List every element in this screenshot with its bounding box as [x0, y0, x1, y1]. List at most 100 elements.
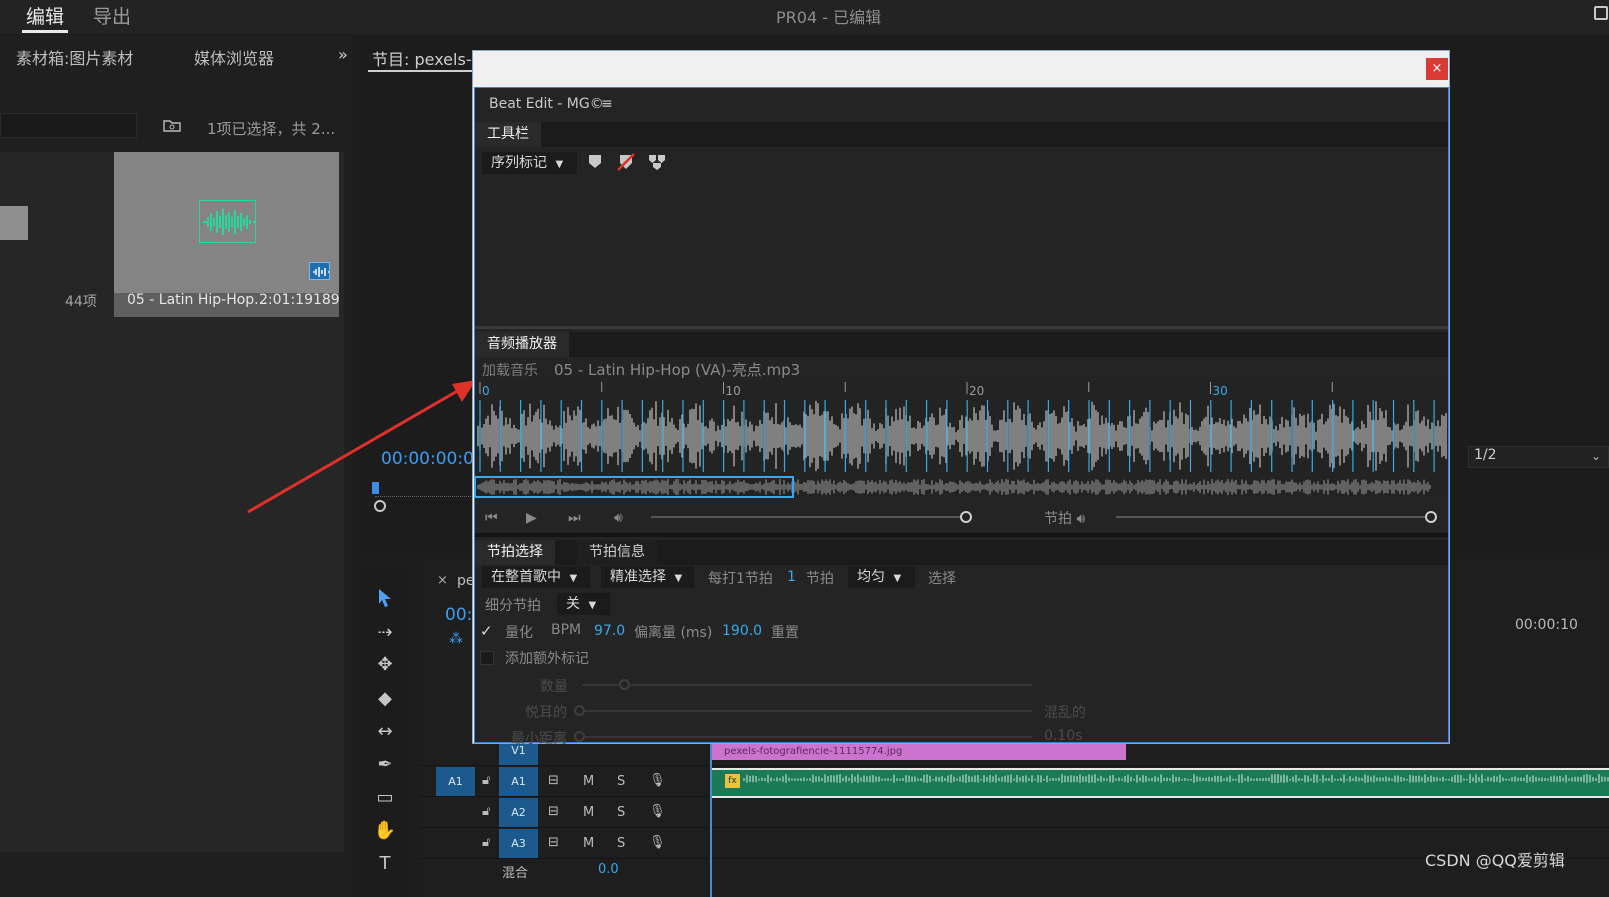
- tab-edit[interactable]: 编辑: [26, 2, 64, 29]
- volume-slider-handle[interactable]: [960, 511, 972, 523]
- tab-audio-player[interactable]: 音频播放器: [475, 332, 569, 357]
- pen-tool-icon[interactable]: ✒: [372, 752, 398, 778]
- waveform-icon: [199, 200, 256, 243]
- selection-info: 1项已选择，共 2...: [207, 120, 336, 138]
- pleasant-chaotic-slider[interactable]: [580, 710, 1032, 712]
- lock-icon[interactable]: 🔓︎: [482, 804, 490, 819]
- track-label[interactable]: A3: [499, 829, 538, 858]
- min-distance-slider[interactable]: [580, 736, 1032, 738]
- panel-menu-icon[interactable]: ≡: [601, 96, 613, 112]
- track-label[interactable]: A1: [499, 767, 538, 796]
- volume-icon: 🔊︎: [1076, 511, 1086, 527]
- search-input[interactable]: [0, 113, 137, 138]
- type-tool-icon[interactable]: T: [372, 851, 398, 877]
- thumbnail-duration: 2:01:19189: [259, 292, 340, 308]
- timeline-playhead[interactable]: [710, 742, 712, 897]
- overview-selection[interactable]: [474, 476, 794, 498]
- solo-button[interactable]: S: [617, 836, 625, 851]
- zoom-slider-handle[interactable]: [0, 206, 28, 240]
- volume-slider[interactable]: [651, 516, 967, 518]
- min-distance-value: 0.10s: [1044, 728, 1083, 744]
- video-clip[interactable]: pexels-fotografiencie-11115774.jpg: [712, 742, 1126, 760]
- selection-tool-icon[interactable]: [372, 587, 398, 613]
- volume-icon[interactable]: 🔊︎: [614, 510, 623, 526]
- offset-value[interactable]: 190.0: [722, 623, 762, 639]
- count-slider[interactable]: [582, 684, 1032, 686]
- clear-markers-icon[interactable]: [617, 153, 635, 171]
- add-marker-icon[interactable]: [586, 153, 604, 171]
- pleasant-label: 悦耳的: [525, 705, 567, 721]
- skip-forward-icon[interactable]: ⏭: [568, 510, 581, 526]
- fx-badge[interactable]: fx: [725, 774, 740, 788]
- track-row-a2: 🔓︎ A2 ⊟ M S 🎙︎: [420, 798, 1609, 828]
- mute-button[interactable]: M: [583, 805, 594, 820]
- select-button[interactable]: 选择: [928, 568, 956, 588]
- snap-icon[interactable]: ⁂: [449, 631, 463, 647]
- lock-icon[interactable]: 🔓︎: [482, 835, 490, 850]
- count-slider-handle[interactable]: [619, 679, 630, 690]
- mute-button[interactable]: M: [583, 836, 594, 851]
- subdivide-label: 细分节拍: [485, 598, 541, 614]
- track-label[interactable]: A2: [499, 798, 538, 827]
- mic-icon[interactable]: 🎙︎: [649, 804, 666, 819]
- scope-dropdown[interactable]: 在整首歌中 ▼: [482, 566, 590, 588]
- play-icon[interactable]: ▶: [526, 510, 537, 526]
- beat-volume-slider-handle[interactable]: [1425, 511, 1437, 523]
- skip-back-icon[interactable]: ⏮: [485, 510, 498, 526]
- sync-lock-icon[interactable]: ⊟: [548, 773, 559, 788]
- tab-beat-select[interactable]: 节拍选择: [475, 540, 555, 565]
- find-folder-icon[interactable]: [163, 118, 181, 132]
- mic-icon[interactable]: 🎙︎: [649, 835, 666, 850]
- bpm-label: BPM: [551, 622, 582, 638]
- pleasant-chaotic-handle[interactable]: [574, 705, 585, 716]
- beat-volume-slider[interactable]: [1116, 516, 1432, 518]
- sync-lock-icon[interactable]: ⊟: [548, 835, 559, 850]
- tab-export[interactable]: 导出: [93, 2, 131, 29]
- reset-button[interactable]: 重置: [771, 622, 799, 642]
- even-label: 均匀: [857, 569, 885, 585]
- hand-tool-icon[interactable]: ✋: [372, 818, 398, 844]
- subdivide-value: 关: [566, 596, 580, 612]
- count-label: 数量: [540, 679, 568, 695]
- slip-tool-icon[interactable]: ↔: [372, 719, 398, 745]
- close-icon[interactable]: ×: [437, 573, 448, 588]
- rectangle-tool-icon[interactable]: ▭: [372, 785, 398, 811]
- source-patch-a1[interactable]: A1: [436, 767, 475, 796]
- razor-tool-icon[interactable]: ◆: [372, 686, 398, 712]
- mix-value[interactable]: 0.0: [598, 862, 619, 877]
- track-select-tool-icon[interactable]: ⇢: [372, 620, 398, 646]
- section-divider: [475, 533, 1448, 537]
- more-panels-icon[interactable]: »: [338, 45, 348, 64]
- tab-beat-info[interactable]: 节拍信息: [577, 540, 657, 565]
- solo-button[interactable]: S: [617, 805, 625, 820]
- lock-icon[interactable]: 🔓︎: [482, 773, 490, 788]
- seq-marker-dropdown[interactable]: 序列标记 ▼: [482, 152, 577, 174]
- ripple-edit-tool-icon[interactable]: ✥: [372, 652, 398, 678]
- audio-clip[interactable]: [712, 768, 1609, 798]
- project-title: PR04 - 已编辑: [776, 8, 882, 27]
- min-distance-handle[interactable]: [574, 731, 585, 742]
- sync-lock-icon[interactable]: ⊟: [548, 804, 559, 819]
- load-music-button[interactable]: 加载音乐: [482, 360, 538, 380]
- window-restore-icon[interactable]: [1594, 6, 1608, 20]
- tab-bin-images[interactable]: 素材箱:图片素材: [16, 45, 133, 69]
- chaotic-label: 混乱的: [1044, 705, 1086, 721]
- tab-underline: [368, 70, 476, 72]
- precise-dropdown[interactable]: 精准选择 ▼: [601, 566, 694, 588]
- mic-icon[interactable]: 🎙︎: [649, 773, 666, 788]
- every-beat-value[interactable]: 1: [787, 569, 796, 585]
- tab-media-browser[interactable]: 媒体浏览器: [194, 45, 274, 69]
- extra-marker-checkbox[interactable]: [480, 651, 494, 665]
- beat-volume-label: 节拍 🔊︎: [1044, 508, 1085, 528]
- audio-clip-waveform: [743, 774, 1609, 783]
- dialog-close-button[interactable]: ×: [1426, 58, 1448, 80]
- bpm-value[interactable]: 97.0: [594, 623, 625, 639]
- subdivide-dropdown[interactable]: 关 ▼: [557, 593, 610, 615]
- tab-toolbar[interactable]: 工具栏: [475, 122, 541, 147]
- mute-button[interactable]: M: [583, 774, 594, 789]
- annotation-arrow-icon: [247, 380, 476, 514]
- even-dropdown[interactable]: 均匀 ▼: [848, 566, 915, 588]
- split-markers-icon[interactable]: [648, 153, 666, 171]
- quantize-checkbox[interactable]: ✓: [480, 624, 494, 639]
- solo-button[interactable]: S: [617, 774, 625, 789]
